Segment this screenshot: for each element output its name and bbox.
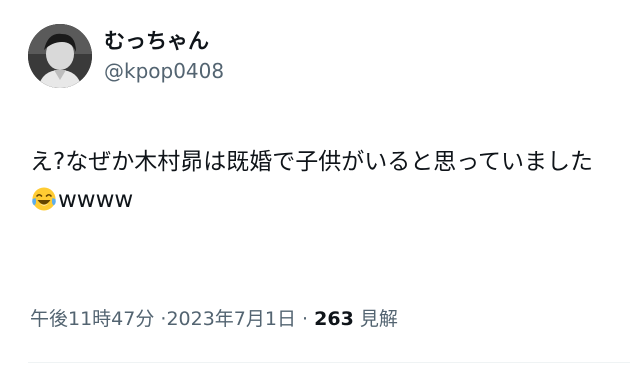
meta-separator: · xyxy=(302,308,309,330)
user-handle[interactable]: @kpop0408 xyxy=(104,57,224,85)
tweet-card: むっちゃん @kpop0408 え?なぜか木村昴は既婚で子供がいると思っていまし… xyxy=(0,0,630,366)
user-names: むっちゃん @kpop0408 xyxy=(104,27,224,85)
tweet-time[interactable]: 午後11時47分 xyxy=(30,308,154,330)
divider xyxy=(28,362,630,363)
views-count[interactable]: 263 xyxy=(314,308,354,330)
tweet-date[interactable]: 2023年7月1日 xyxy=(166,308,296,330)
tweet-text-part-1: え?なぜか木村昴は既婚で子供がいると思っていました xyxy=(30,149,594,175)
avatar-image xyxy=(28,24,92,88)
tweet-header: むっちゃん @kpop0408 xyxy=(28,24,224,88)
tweet-text: え?なぜか木村昴は既婚で子供がいると思っていました wwww xyxy=(30,143,620,219)
display-name[interactable]: むっちゃん xyxy=(104,27,224,55)
tweet-text-part-2: wwww xyxy=(58,187,134,213)
tweet-meta: 午後11時47分 ·2023年7月1日 · 263 見解 xyxy=(30,305,398,333)
face-with-tears-of-joy-icon xyxy=(31,186,57,212)
views-label: 見解 xyxy=(359,308,398,330)
avatar[interactable] xyxy=(28,24,92,88)
